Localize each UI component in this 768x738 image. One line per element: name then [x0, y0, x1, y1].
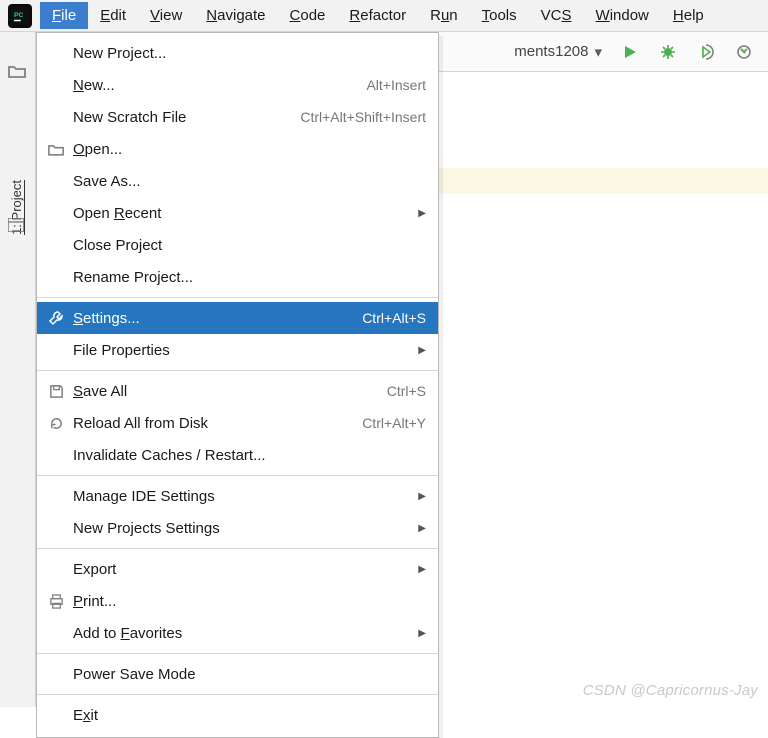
menu-item-reload-all-from-disk[interactable]: Reload All from Disk Ctrl+Alt+Y [37, 407, 438, 439]
menu-item-label: New Projects Settings [73, 520, 220, 537]
menu-item-label: File Properties [73, 342, 170, 359]
menu-tools[interactable]: Tools [470, 2, 529, 29]
folder-icon[interactable] [8, 64, 26, 78]
profile-icon[interactable] [734, 42, 754, 62]
menu-item-new-projects-settings[interactable]: New Projects Settings ▶ [37, 512, 438, 544]
menu-item-close-project[interactable]: Close Project [37, 229, 438, 261]
editor-highlight-band [438, 168, 768, 194]
menu-item-rename-project[interactable]: Rename Project... [37, 261, 438, 293]
menu-item-open[interactable]: Open... [37, 133, 438, 165]
chevron-right-icon: ▶ [418, 208, 426, 219]
menu-item-label: Invalidate Caches / Restart... [73, 447, 266, 464]
menu-item-exit[interactable]: Exit [37, 699, 438, 731]
menu-item-save-all[interactable]: Save All Ctrl+S [37, 375, 438, 407]
menu-separator [37, 475, 438, 476]
menu-item-label: New Scratch File [73, 109, 186, 126]
menu-item-manage-ide-settings[interactable]: Manage IDE Settings ▶ [37, 480, 438, 512]
menu-item-export[interactable]: Export ▶ [37, 553, 438, 585]
menu-item-label: Open Recent [73, 205, 161, 222]
menu-item-label: Add to Favorites [73, 625, 182, 642]
menu-item-label: Export [73, 561, 116, 578]
menu-separator [37, 548, 438, 549]
menu-item-shortcut: Ctrl+S [387, 383, 426, 399]
menu-navigate[interactable]: Navigate [194, 2, 277, 29]
reload-icon [47, 416, 65, 431]
menu-code[interactable]: Code [278, 2, 338, 29]
menu-item-open-recent[interactable]: Open Recent ▶ [37, 197, 438, 229]
print-icon [47, 594, 65, 609]
menu-item-label: New Project... [73, 45, 166, 62]
pycharm-icon: PC [8, 4, 32, 28]
run-icon[interactable] [620, 42, 640, 62]
menu-separator [37, 694, 438, 695]
menu-item-new[interactable]: New... Alt+Insert [37, 69, 438, 101]
menu-refactor[interactable]: Refactor [337, 2, 418, 29]
menu-item-label: Settings... [73, 310, 140, 327]
menu-item-settings[interactable]: Settings... Ctrl+Alt+S [37, 302, 438, 334]
save-icon [47, 384, 65, 399]
menu-vcs[interactable]: VCS [529, 2, 584, 29]
menu-item-label: Manage IDE Settings [73, 488, 215, 505]
menu-item-label: Save All [73, 383, 127, 400]
folder-icon [47, 143, 65, 156]
menu-item-print[interactable]: Print... [37, 585, 438, 617]
menu-item-add-to-favorites[interactable]: Add to Favorites ▶ [37, 617, 438, 649]
menu-item-label: Exit [73, 707, 98, 724]
menu-separator [37, 370, 438, 371]
menu-item-label: Open... [73, 141, 122, 158]
menu-edit[interactable]: Edit [88, 2, 138, 29]
menu-item-label: Reload All from Disk [73, 415, 208, 432]
menu-item-shortcut: Ctrl+Alt+Shift+Insert [300, 109, 426, 125]
menu-separator [37, 297, 438, 298]
wrench-icon [47, 310, 65, 326]
menu-item-power-save-mode[interactable]: Power Save Mode [37, 658, 438, 690]
menu-run[interactable]: Run [418, 2, 470, 29]
menu-file[interactable]: File [40, 2, 88, 29]
menu-separator [37, 653, 438, 654]
run-config-label: ments1208 [514, 43, 588, 60]
chevron-right-icon: ▶ [418, 564, 426, 575]
svg-text:PC: PC [14, 11, 24, 18]
menu-view[interactable]: View [138, 2, 194, 29]
menu-item-shortcut: Ctrl+Alt+S [362, 310, 426, 326]
structure-icon[interactable] [8, 218, 24, 232]
menu-item-label: New... [73, 77, 115, 94]
menu-item-label: Power Save Mode [73, 666, 196, 683]
menu-item-label: Close Project [73, 237, 162, 254]
menu-help[interactable]: Help [661, 2, 716, 29]
chevron-right-icon: ▶ [418, 628, 426, 639]
run-with-coverage-icon[interactable] [696, 42, 716, 62]
menu-item-file-properties[interactable]: File Properties ▶ [37, 334, 438, 366]
menu-item-invalidate-caches-restart[interactable]: Invalidate Caches / Restart... [37, 439, 438, 471]
menu-bar: PC FileEditViewNavigateCodeRefactorRunTo… [0, 0, 768, 32]
file-menu-dropdown: New Project... New... Alt+Insert New Scratc… [36, 32, 439, 738]
menu-item-new-scratch-file[interactable]: New Scratch File Ctrl+Alt+Shift+Insert [37, 101, 438, 133]
menu-item-label: Print... [73, 593, 116, 610]
menu-item-save-as[interactable]: Save As... [37, 165, 438, 197]
menu-item-label: Save As... [73, 173, 141, 190]
menu-item-shortcut: Ctrl+Alt+Y [362, 415, 426, 431]
menu-window[interactable]: Window [584, 2, 661, 29]
debug-icon[interactable] [658, 42, 678, 62]
chevron-right-icon: ▶ [418, 491, 426, 502]
chevron-right-icon: ▶ [418, 523, 426, 534]
left-tool-rail: 1: Project [0, 32, 36, 707]
menu-item-new-project[interactable]: New Project... [37, 37, 438, 69]
run-config-selector[interactable]: ments1208 ▾ [514, 43, 602, 61]
watermark-text: CSDN @Capricornus-Jay [583, 682, 758, 699]
menu-item-label: Rename Project... [73, 269, 193, 286]
menu-item-shortcut: Alt+Insert [366, 77, 426, 93]
chevron-down-icon: ▾ [594, 43, 602, 61]
chevron-right-icon: ▶ [418, 345, 426, 356]
